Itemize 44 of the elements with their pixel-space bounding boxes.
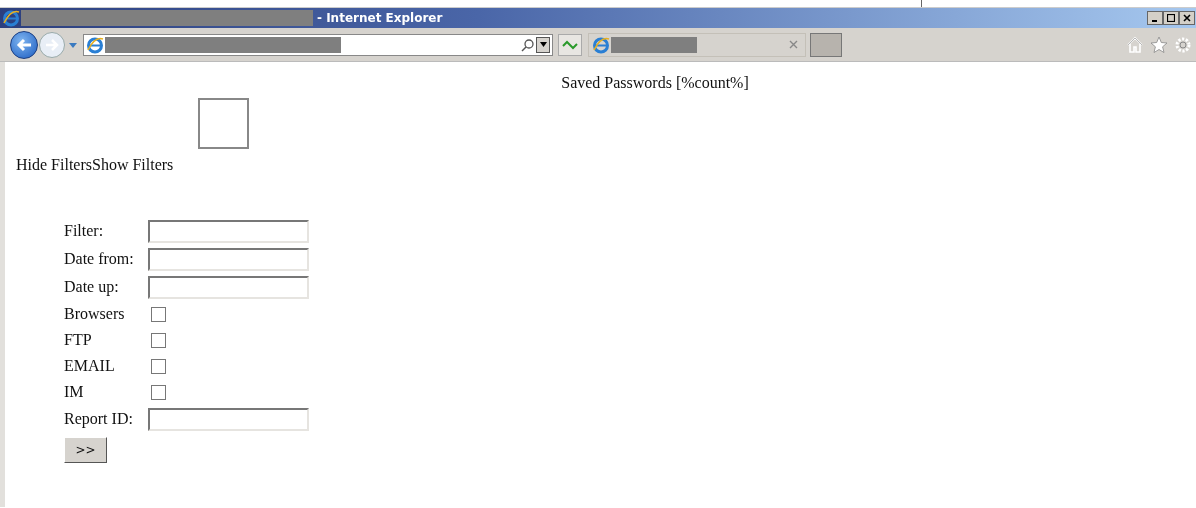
checkbox[interactable] [151,306,166,322]
field-label: Date up: [64,277,120,298]
window-title: - Internet Explorer [317,10,443,27]
refresh-icon [562,38,578,51]
page-icon [592,35,610,54]
checkbox[interactable] [151,358,166,374]
checkbox-label: EMAIL [64,356,116,376]
back-button[interactable] [10,30,38,59]
browser-icon [2,9,20,27]
field-label: Filter: [64,221,105,241]
checkbox-label: FTP [64,330,93,350]
maximize-icon [1167,14,1175,22]
star-icon[interactable] [1150,35,1168,54]
dropdown-icon[interactable] [68,40,78,49]
close-button[interactable] [1179,11,1195,25]
submit-button[interactable]: >> [64,437,107,463]
image-placeholder [198,98,249,149]
page-icon [86,35,104,54]
field-label: Date from: [64,249,135,269]
text-field[interactable] [148,247,309,271]
address-bar[interactable] [83,33,553,56]
text-field[interactable] [148,407,309,431]
filter-toggle-text: Hide FiltersShow Filters [16,156,174,173]
minimize-button[interactable] [1147,11,1163,25]
checkbox-label: IM [64,382,85,402]
caret-icon [539,42,547,47]
browser-tab[interactable] [588,32,806,57]
close-icon[interactable] [789,40,798,49]
field-label: Report ID: [64,409,134,430]
checkbox-label: Browsers [64,304,126,324]
text-field[interactable] [148,219,309,243]
refresh-button[interactable] [558,33,582,56]
text-field[interactable] [148,275,309,299]
page-heading: Saved Passwords [%count%] [561,73,749,93]
checkbox[interactable] [151,332,166,348]
back-arrow-icon [16,37,32,52]
new-tab-button[interactable] [810,32,842,57]
close-icon [1183,14,1191,22]
maximize-button[interactable] [1163,11,1179,25]
checkbox[interactable] [151,384,166,400]
search-icon[interactable] [521,37,535,52]
settings-icon[interactable] [1174,35,1192,54]
forward-arrow-icon [45,38,59,51]
address-dropdown-button[interactable] [536,36,550,53]
